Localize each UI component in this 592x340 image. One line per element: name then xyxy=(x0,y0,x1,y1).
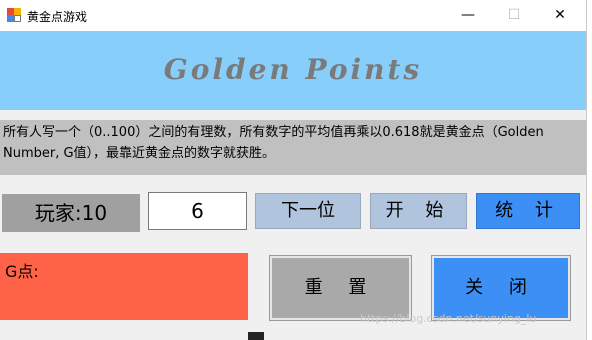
taskbar-fragment xyxy=(248,332,264,340)
maximize-button[interactable]: ☐ xyxy=(491,0,537,31)
g-point-label: G点: xyxy=(5,262,39,281)
number-input[interactable]: 6 xyxy=(148,192,247,230)
g-point-panel: G点: xyxy=(0,253,248,320)
rules-text: 所有人写一个（0..100）之间的有理数，所有数字的平均值再乘以0.618就是黄… xyxy=(0,120,586,175)
title-bar[interactable]: 黄金点游戏 — ☐ ✕ xyxy=(0,0,586,31)
player-count-label: 玩家:10 xyxy=(2,194,140,232)
header-banner: Golden Points xyxy=(0,31,586,110)
close-button[interactable]: 关 闭 xyxy=(432,256,570,320)
next-player-button[interactable]: 下一位 xyxy=(255,193,361,229)
minimize-button[interactable]: — xyxy=(445,0,491,31)
start-button[interactable]: 开 始 xyxy=(370,193,467,229)
close-window-button[interactable]: ✕ xyxy=(537,0,583,31)
golden-points-logo: Golden Points xyxy=(163,53,423,86)
app-window: 黄金点游戏 — ☐ ✕ Golden Points 所有人写一个（0..100）… xyxy=(0,0,587,340)
app-icon xyxy=(7,8,21,22)
reset-button[interactable]: 重 置 xyxy=(270,256,411,320)
statistics-button[interactable]: 统 计 xyxy=(476,193,580,229)
watermark: https://blog.csdn.net/sunying_lu xyxy=(360,312,537,325)
window-title: 黄金点游戏 xyxy=(27,10,88,24)
